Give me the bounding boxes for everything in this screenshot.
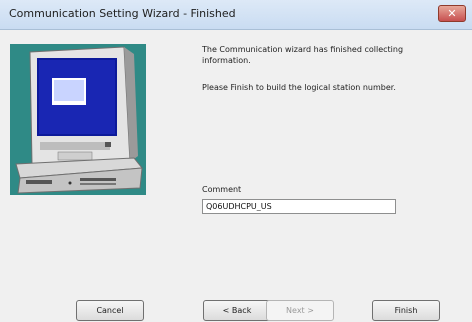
back-button[interactable]: < Back — [203, 300, 271, 321]
finish-button[interactable]: Finish — [372, 300, 440, 321]
close-button[interactable]: ✕ — [438, 5, 466, 22]
next-button[interactable]: Next > — [266, 300, 334, 321]
cancel-button[interactable]: Cancel — [76, 300, 144, 321]
comment-label: Comment — [202, 185, 242, 194]
comment-input[interactable] — [202, 199, 396, 214]
instruction-message: Please Finish to build the logical stati… — [202, 83, 396, 92]
computer-illustration-icon — [10, 44, 146, 195]
title-bar: Communication Setting Wizard - Finished … — [0, 0, 472, 30]
window-title: Communication Setting Wizard - Finished — [9, 7, 236, 20]
wizard-window: Communication Setting Wizard - Finished … — [0, 0, 472, 322]
finished-message: The Communication wizard has finished co… — [202, 45, 404, 65]
